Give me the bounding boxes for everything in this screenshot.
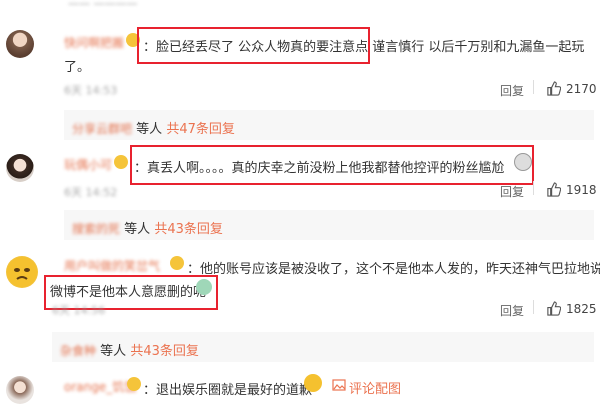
highlight-box (137, 27, 370, 64)
reply-usernames[interactable]: 杂食种 (60, 344, 96, 358)
more-replies-link[interactable]: 共43条回复 (130, 344, 199, 359)
comment-username[interactable]: 快问啊把搬 (64, 34, 124, 51)
comment-username[interactable]: 用户叫做的笑岔气 (64, 257, 160, 274)
reply-suffix: 等人 (124, 222, 151, 237)
divider (533, 300, 534, 314)
reply-button[interactable]: 回复 (500, 183, 524, 200)
comment-text: ：他的账号应该是被没收了，这个不是他本人发的，昨天还神气巴拉地说 (187, 262, 600, 277)
like-count: 1918 (566, 183, 597, 197)
comment-text: ：退出娱乐圈就是最好的道歉 (143, 383, 313, 398)
reply-usernames[interactable]: 搜索的死 (72, 222, 120, 236)
reply-suffix: 等人 (100, 344, 127, 359)
divider (533, 181, 534, 195)
image-icon[interactable] (332, 378, 346, 392)
reply-button[interactable]: 回复 (500, 302, 524, 319)
like-count: 1825 (566, 302, 597, 316)
highlight-box (130, 145, 534, 185)
reply-button[interactable]: 回复 (500, 82, 524, 99)
partial-timestamp: 一一 一一一一 (68, 0, 138, 11)
comment-timestamp: 6天 14:53 (64, 84, 118, 97)
thumbs-up-icon[interactable] (546, 81, 561, 96)
emoji-icon (127, 377, 141, 391)
avatar[interactable] (6, 30, 34, 58)
thinking-emoji-icon (304, 374, 322, 392)
thumbs-up-icon[interactable] (546, 301, 561, 316)
more-replies-link[interactable]: 共47条回复 (166, 122, 235, 137)
avatar[interactable] (6, 256, 38, 288)
divider (533, 80, 534, 94)
emoji-icon (170, 256, 184, 270)
reply-usernames[interactable]: 分享云群吧 (72, 122, 132, 136)
comment-timestamp: 6天 14:52 (64, 186, 118, 199)
vip-badge-icon (114, 155, 128, 169)
comment-text-line2: 了。 (64, 60, 91, 75)
avatar[interactable] (6, 154, 34, 182)
comment-timestamp: 6天 14:56 (52, 304, 106, 317)
comment-username[interactable]: 玩偶小可 (64, 156, 112, 173)
thumbs-up-icon[interactable] (546, 182, 561, 197)
reply-suffix: 等人 (136, 122, 163, 137)
more-replies-link[interactable]: 共43条回复 (154, 222, 223, 237)
comment-image-link[interactable]: 评论配图 (349, 378, 401, 397)
like-count: 2170 (566, 82, 597, 96)
comment-username[interactable]: orange_饥饿 (64, 378, 136, 395)
